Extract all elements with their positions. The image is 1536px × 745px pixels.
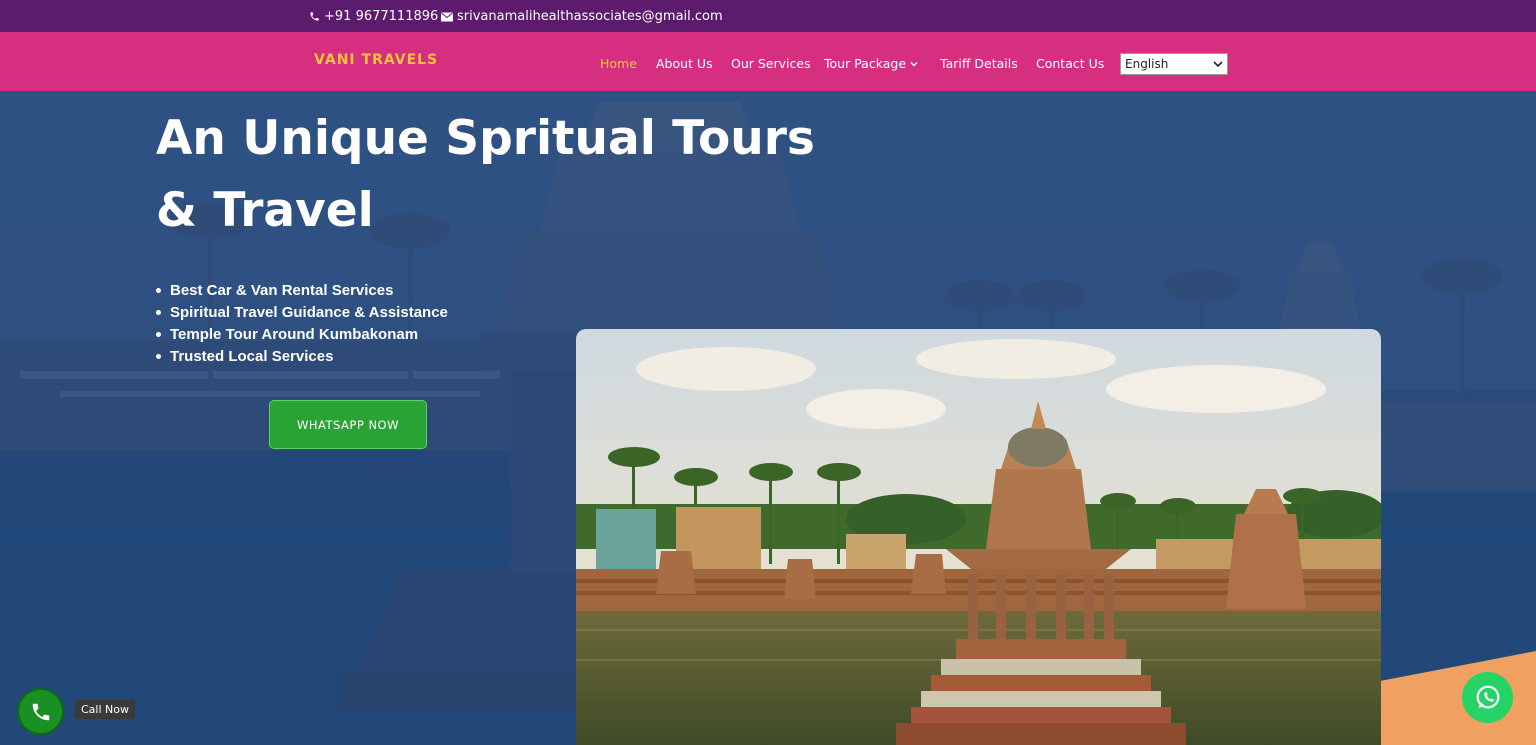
list-item: Spiritual Travel Guidance & Assistance <box>156 301 448 323</box>
hero-feature-list: Best Car & Van Rental Services Spiritual… <box>156 279 448 367</box>
chevron-down-icon <box>910 61 918 66</box>
hero-section: An Unique Spritual Tours & Travel Best C… <box>0 91 1536 745</box>
site-logo[interactable]: VANI TRAVELS <box>314 52 438 68</box>
list-item: Temple Tour Around Kumbakonam <box>156 323 448 345</box>
nav-item-about[interactable]: About Us <box>656 56 713 71</box>
list-item: Trusted Local Services <box>156 345 448 367</box>
call-now-label[interactable]: Call Now <box>75 700 135 719</box>
language-select[interactable]: English <box>1120 53 1228 75</box>
whatsapp-icon <box>1476 685 1499 708</box>
top-contact-bar: +91 9677111896 srivanamalihealthassociat… <box>0 0 1536 32</box>
language-selected-value: English <box>1125 57 1169 71</box>
phone-icon <box>310 12 319 21</box>
nav-item-home[interactable]: Home <box>600 56 637 71</box>
nav-item-services[interactable]: Our Services <box>731 56 811 71</box>
main-navigation: VANI TRAVELS Home About Us Our Services … <box>0 32 1536 91</box>
list-item: Best Car & Van Rental Services <box>156 279 448 301</box>
phone-number: +91 9677111896 <box>324 9 439 24</box>
hero-title: An Unique Spritual Tours & Travel <box>156 111 815 238</box>
whatsapp-now-button[interactable]: WHATSAPP NOW <box>269 400 427 449</box>
nav-item-tour-package[interactable]: Tour Package <box>824 56 919 71</box>
select-arrow-icon <box>1213 61 1223 68</box>
topbar-email[interactable]: srivanamalihealthassociates@gmail.com <box>441 9 723 24</box>
topbar-phone[interactable]: +91 9677111896 <box>309 9 438 24</box>
envelope-icon <box>441 12 453 21</box>
temple-tank-image <box>576 329 1381 745</box>
nav-item-contact[interactable]: Contact Us <box>1036 56 1104 71</box>
whatsapp-floating-button[interactable] <box>1462 672 1513 723</box>
nav-item-tariff[interactable]: Tariff Details <box>940 56 1018 71</box>
email-address: srivanamalihealthassociates@gmail.com <box>457 9 723 24</box>
call-now-button[interactable] <box>17 688 64 735</box>
phone-icon <box>32 703 49 720</box>
